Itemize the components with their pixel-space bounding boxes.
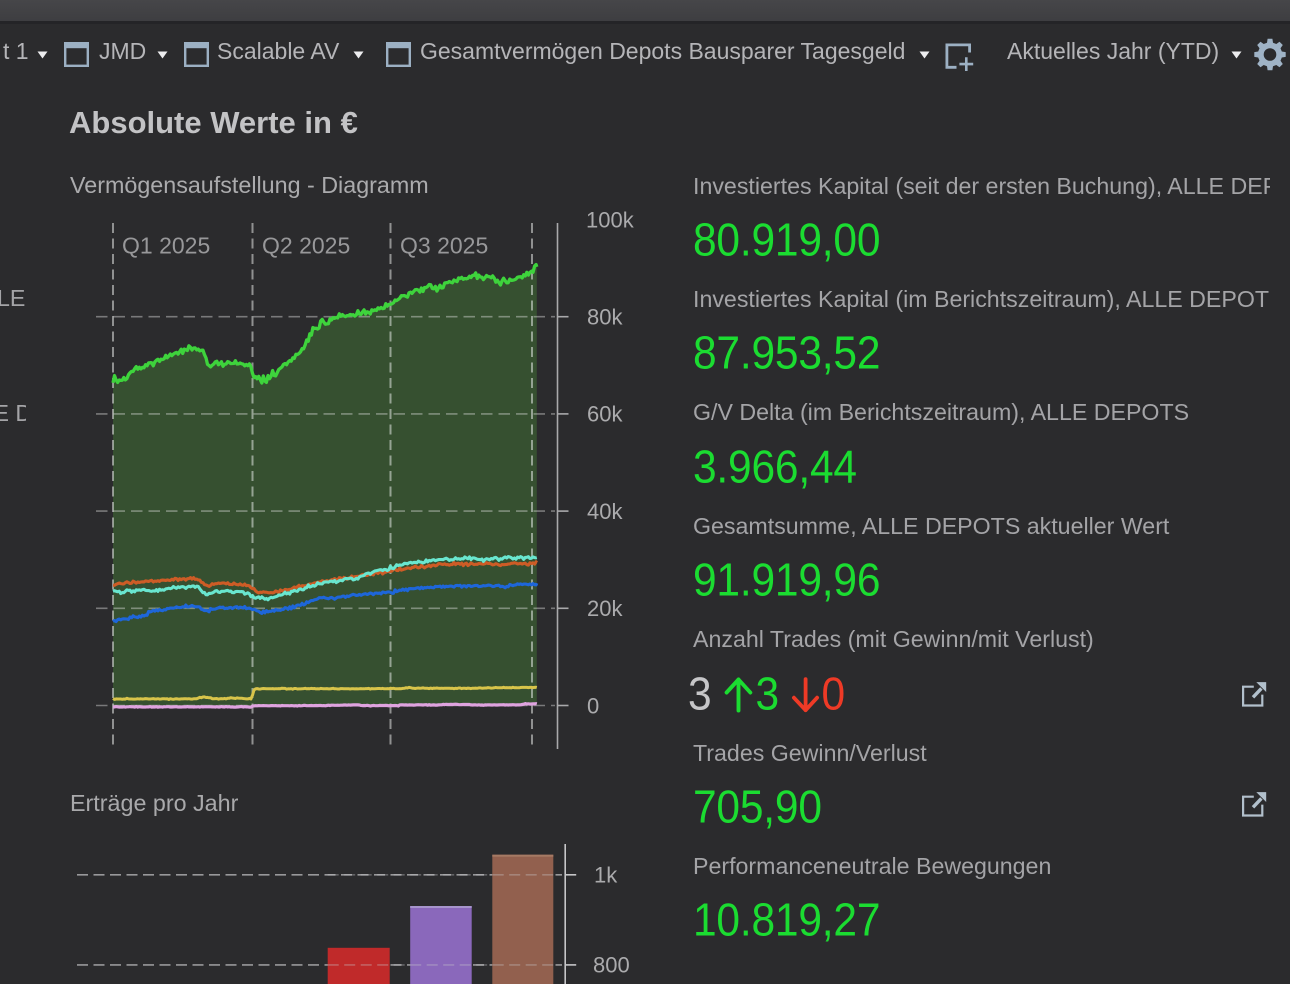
svg-text:100k: 100k (586, 208, 635, 233)
svg-text:800: 800 (593, 953, 630, 978)
svg-text:80k: 80k (587, 305, 623, 330)
svg-text:40k: 40k (587, 499, 623, 524)
svg-text:Q3 2025: Q3 2025 (400, 233, 488, 259)
svg-text:Q1 2025: Q1 2025 (122, 233, 210, 259)
svg-text:Q2 2025: Q2 2025 (262, 233, 350, 259)
svg-text:0: 0 (587, 693, 599, 718)
svg-text:60k: 60k (587, 402, 623, 427)
svg-text:20k: 20k (587, 596, 623, 621)
svg-text:1k: 1k (594, 863, 618, 888)
